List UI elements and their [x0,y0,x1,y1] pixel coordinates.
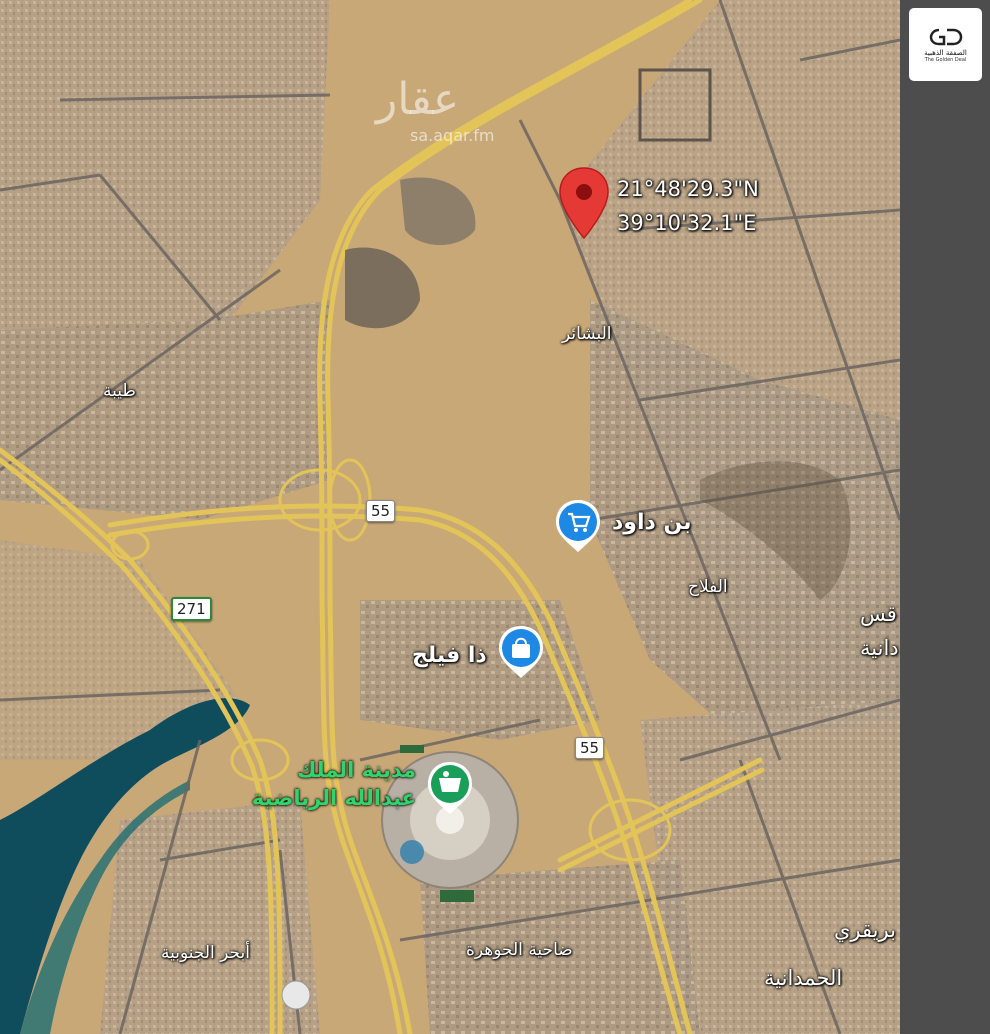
label-jawhara: ضاحية الجوهرة [466,940,573,960]
poi-stadium-label[interactable]: مدينة الملك عبدالله الرياضية [246,756,416,812]
label-alfalah: الفلاح [688,577,728,597]
location-pin-icon[interactable] [557,166,611,244]
label-hamdania: الحمدانية [764,966,843,990]
poi-stadium[interactable] [425,760,475,820]
poi-thevillage-label[interactable]: ذا فيلج [412,643,487,668]
road-shield-55-north: 55 [366,500,396,522]
poi-thevillage[interactable] [496,624,546,684]
map-imagery [0,0,900,1034]
poi-stadium-line1: مدينة الملك [297,758,416,782]
label-edge-1: قس [860,602,897,626]
latitude: 21°48'29.3"N [617,177,759,201]
stadium-icon [428,762,472,814]
brand-logo-card[interactable]: الصفقة الذهبية The Golden Deal [909,8,982,81]
poi-stadium-line2: عبدالله الرياضية [251,786,416,810]
brand-name-arabic: الصفقة الذهبية [924,48,967,57]
road-shield-271: 271 [171,597,212,621]
longitude: 39°10'32.1"E [617,211,757,235]
label-taiba: طيبة [103,381,136,401]
poi-bindawood-label[interactable]: بن داود [612,510,692,535]
right-sidebar [900,0,990,1034]
road-shield-55-south: 55 [575,737,605,759]
watermark-url: sa.aqar.fm [410,126,495,145]
satellite-map[interactable]: عقار sa.aqar.fm 21°48'29.3"N 39°10'32.1"… [0,0,900,1034]
label-edge-2: دانية [860,636,899,660]
coordinate-readout: 21°48'29.3"N 39°10'32.1"E [617,172,759,240]
shopping-cart-icon [556,500,600,552]
watermark-logo: عقار [376,74,460,125]
shopping-bag-icon [499,626,543,678]
label-buraiqi: بريقري [834,918,896,942]
brand-name-english: The Golden Deal [924,56,967,63]
golden-deal-logo-icon [929,28,962,45]
label-albashaer: البشائر [562,324,612,344]
label-abhar-south: أبحر الجنوبية [161,943,250,963]
poi-bindawood[interactable] [553,498,603,558]
